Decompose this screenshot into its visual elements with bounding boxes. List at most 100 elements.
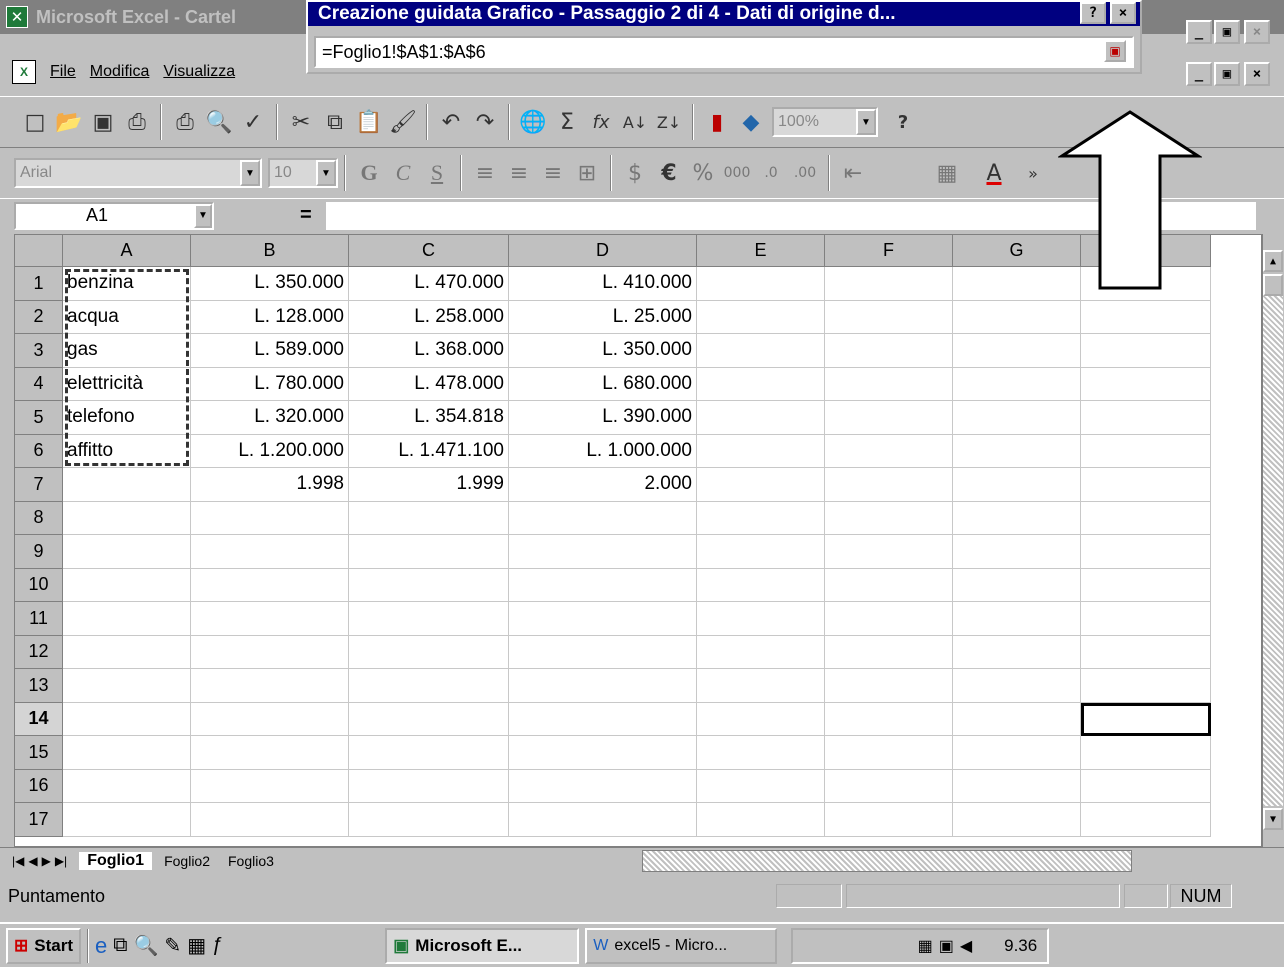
- cell-f5[interactable]: [825, 401, 953, 435]
- scroll-up-icon[interactable]: ▲: [1263, 250, 1283, 272]
- column-header-d[interactable]: D: [509, 235, 697, 267]
- function-icon[interactable]: fx: [584, 105, 618, 139]
- cell-g4[interactable]: [953, 367, 1081, 401]
- print-preview-icon[interactable]: 🔍: [202, 105, 236, 139]
- cell-h9[interactable]: [1081, 535, 1211, 569]
- row-header-8[interactable]: 8: [15, 501, 63, 535]
- maximize-button[interactable]: ▣: [1214, 20, 1240, 44]
- cell-d2[interactable]: L. 25.000: [509, 300, 697, 334]
- cell-g17[interactable]: [953, 803, 1081, 837]
- cell-f12[interactable]: [825, 635, 953, 669]
- cell-f11[interactable]: [825, 602, 953, 636]
- cell-e9[interactable]: [697, 535, 825, 569]
- increase-decimal-icon[interactable]: .0: [754, 156, 788, 190]
- cell-c6[interactable]: L. 1.471.100: [349, 434, 509, 468]
- cell-c14[interactable]: [349, 702, 509, 736]
- cell-e1[interactable]: [697, 267, 825, 301]
- cell-b9[interactable]: [191, 535, 349, 569]
- row-header-11[interactable]: 11: [15, 602, 63, 636]
- column-header-a[interactable]: A: [63, 235, 191, 267]
- row-header-10[interactable]: 10: [15, 568, 63, 602]
- cell-g14[interactable]: [953, 702, 1081, 736]
- cell-f9[interactable]: [825, 535, 953, 569]
- help-icon[interactable]: ?: [886, 105, 920, 139]
- cell-d16[interactable]: [509, 769, 697, 803]
- percent-button[interactable]: %: [686, 156, 720, 190]
- cell-g5[interactable]: [953, 401, 1081, 435]
- column-header-c[interactable]: C: [349, 235, 509, 267]
- mail-icon[interactable]: ⎙: [120, 105, 154, 139]
- explorer-icon[interactable]: 🔍: [134, 933, 159, 958]
- menu-visualizza[interactable]: Visualizza: [163, 63, 235, 81]
- task-word[interactable]: W excel5 - Micro...: [585, 927, 778, 964]
- row-header-15[interactable]: 15: [15, 736, 63, 770]
- cell-f17[interactable]: [825, 803, 953, 837]
- cell-h10[interactable]: [1081, 568, 1211, 602]
- cell-c15[interactable]: [349, 736, 509, 770]
- cell-f6[interactable]: [825, 434, 953, 468]
- cell-f4[interactable]: [825, 367, 953, 401]
- cell-h13[interactable]: [1081, 669, 1211, 703]
- align-center-icon[interactable]: ≡: [502, 156, 536, 190]
- cell-g9[interactable]: [953, 535, 1081, 569]
- paint-icon[interactable]: ✎: [164, 933, 181, 958]
- office-icon[interactable]: ▦: [187, 933, 206, 958]
- row-header-6[interactable]: 6: [15, 434, 63, 468]
- workbook-icon[interactable]: X: [12, 60, 36, 84]
- cell-e11[interactable]: [697, 602, 825, 636]
- cell-e3[interactable]: [697, 334, 825, 368]
- row-header-7[interactable]: 7: [15, 468, 63, 502]
- cell-c2[interactable]: L. 258.000: [349, 300, 509, 334]
- cell-b4[interactable]: L. 780.000: [191, 367, 349, 401]
- cell-b15[interactable]: [191, 736, 349, 770]
- cell-b12[interactable]: [191, 635, 349, 669]
- cell-b6[interactable]: L. 1.200.000: [191, 434, 349, 468]
- cell-g6[interactable]: [953, 434, 1081, 468]
- row-header-4[interactable]: 4: [15, 367, 63, 401]
- vertical-scrollbar[interactable]: ▲ ▼: [1262, 234, 1284, 847]
- cell-a11[interactable]: [63, 602, 191, 636]
- paste-icon[interactable]: 📋: [352, 105, 386, 139]
- row-header-16[interactable]: 16: [15, 769, 63, 803]
- minimize-button[interactable]: _: [1186, 20, 1212, 44]
- cell-h16[interactable]: [1081, 769, 1211, 803]
- select-all-corner[interactable]: [15, 235, 63, 267]
- italic-button[interactable]: C: [386, 156, 420, 190]
- currency-style-icon[interactable]: $: [618, 156, 652, 190]
- decrease-decimal-icon[interactable]: .00: [788, 156, 822, 190]
- cell-h12[interactable]: [1081, 635, 1211, 669]
- prev-sheet-icon[interactable]: ◀: [28, 854, 37, 868]
- cell-d11[interactable]: [509, 602, 697, 636]
- cell-b5[interactable]: L. 320.000: [191, 401, 349, 435]
- row-header-1[interactable]: 1: [15, 267, 63, 301]
- save-icon[interactable]: ▣: [86, 105, 120, 139]
- row-header-12[interactable]: 12: [15, 635, 63, 669]
- scroll-thumb[interactable]: [1263, 274, 1283, 296]
- cell-d17[interactable]: [509, 803, 697, 837]
- channels-icon[interactable]: ⧉: [113, 934, 127, 957]
- hyperlink-icon[interactable]: 🌐: [516, 105, 550, 139]
- cell-f13[interactable]: [825, 669, 953, 703]
- row-header-13[interactable]: 13: [15, 669, 63, 703]
- cell-d10[interactable]: [509, 568, 697, 602]
- close-button[interactable]: ×: [1244, 20, 1270, 44]
- underline-button[interactable]: S: [420, 156, 454, 190]
- cell-a16[interactable]: [63, 769, 191, 803]
- cell-g3[interactable]: [953, 334, 1081, 368]
- cell-d9[interactable]: [509, 535, 697, 569]
- cell-e17[interactable]: [697, 803, 825, 837]
- align-right-icon[interactable]: ≡: [536, 156, 570, 190]
- cell-a9[interactable]: [63, 535, 191, 569]
- doc-restore-button[interactable]: ▣: [1214, 62, 1240, 86]
- cell-a15[interactable]: [63, 736, 191, 770]
- sheet-tab-foglio3[interactable]: Foglio3: [222, 853, 280, 869]
- cell-g13[interactable]: [953, 669, 1081, 703]
- cell-f8[interactable]: [825, 501, 953, 535]
- thousands-button[interactable]: 000: [720, 156, 754, 190]
- merge-center-icon[interactable]: ⊞: [570, 156, 604, 190]
- cell-c8[interactable]: [349, 501, 509, 535]
- tray-icon[interactable]: ▦: [918, 936, 933, 956]
- row-header-2[interactable]: 2: [15, 300, 63, 334]
- redo-icon[interactable]: ↷: [468, 105, 502, 139]
- cell-h7[interactable]: [1081, 468, 1211, 502]
